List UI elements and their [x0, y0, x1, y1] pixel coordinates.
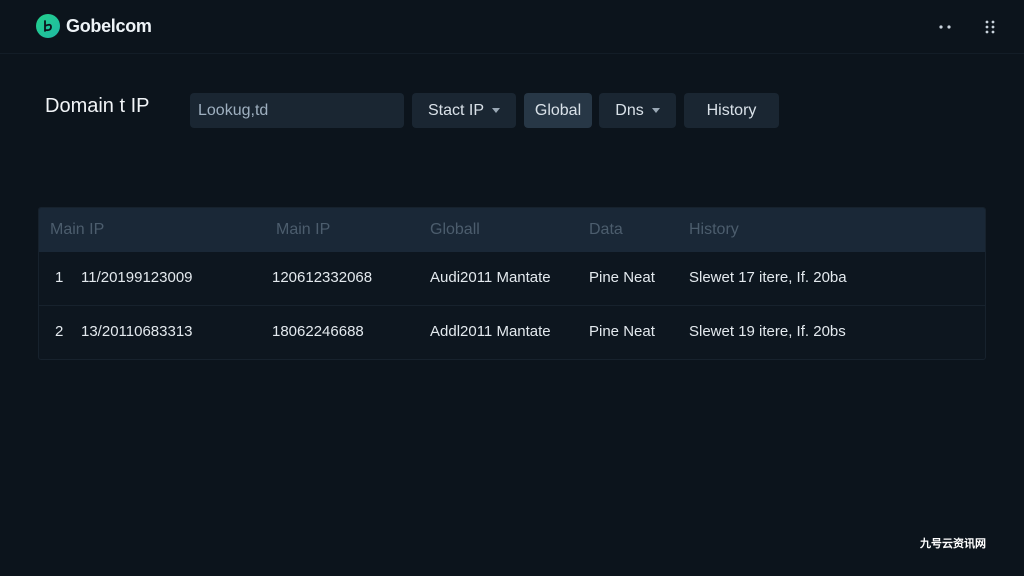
static-ip-dropdown[interactable]: Stact IP: [412, 93, 516, 128]
row-index: 1: [55, 269, 64, 286]
cell-data: Pine Neat: [589, 323, 655, 340]
global-label: Global: [534, 101, 582, 119]
column-header-history[interactable]: History: [689, 221, 739, 239]
page-title: Domain t IP: [45, 95, 150, 117]
history-button[interactable]: History: [684, 93, 779, 128]
brand[interactable]: Gobelcom: [36, 14, 152, 38]
cell-main-ip-2: 18062246688: [272, 323, 364, 340]
search-input[interactable]: [190, 93, 404, 128]
cell-global: Audi2011 Mantate: [430, 269, 551, 286]
logo-icon: [36, 14, 60, 38]
chevron-down-icon: [651, 108, 660, 113]
table-row[interactable]: 1 11/20199123009 120612332068 Audi2011 M…: [39, 252, 985, 305]
table-header: Main IP Main IP Globall Data History: [39, 208, 985, 252]
grid-dots-icon[interactable]: [979, 16, 1001, 38]
cell-data: Pine Neat: [589, 269, 655, 286]
cell-main-ip-2: 120612332068: [272, 269, 373, 286]
chevron-down-icon: [492, 108, 501, 113]
dns-dropdown[interactable]: Dns: [599, 93, 676, 128]
app-window: Gobelcom Domain t IP Stact IP Global Dns…: [0, 0, 1024, 576]
cell-main-ip: 11/20199123009: [81, 269, 193, 286]
cell-global: Addl2011 Mantate: [430, 323, 551, 340]
dns-label: Dns: [615, 101, 644, 119]
column-header-global[interactable]: Globall: [430, 221, 480, 239]
results-table: Main IP Main IP Globall Data History 1 1…: [38, 207, 986, 360]
history-label: History: [706, 101, 757, 119]
row-index: 2: [55, 323, 64, 340]
static-ip-label: Stact IP: [427, 101, 485, 119]
more-horizontal-icon[interactable]: [934, 16, 956, 38]
column-header-main-ip-2[interactable]: Main IP: [276, 221, 330, 239]
brand-name: Gobelcom: [66, 15, 152, 36]
watermark: 九号云资讯网: [920, 538, 986, 550]
table-row[interactable]: 2 13/20110683313 18062246688 Addl2011 Ma…: [39, 305, 985, 358]
cell-main-ip: 13/20110683313: [81, 323, 193, 340]
column-header-main-ip[interactable]: Main IP: [50, 221, 104, 239]
top-bar: Gobelcom: [0, 0, 1024, 54]
column-header-data[interactable]: Data: [589, 221, 623, 239]
global-button[interactable]: Global: [524, 93, 592, 128]
cell-history: Slewet 19 itere, If. 20bs: [689, 323, 846, 340]
cell-history: Slewet 17 itere, If. 20ba: [689, 269, 847, 286]
